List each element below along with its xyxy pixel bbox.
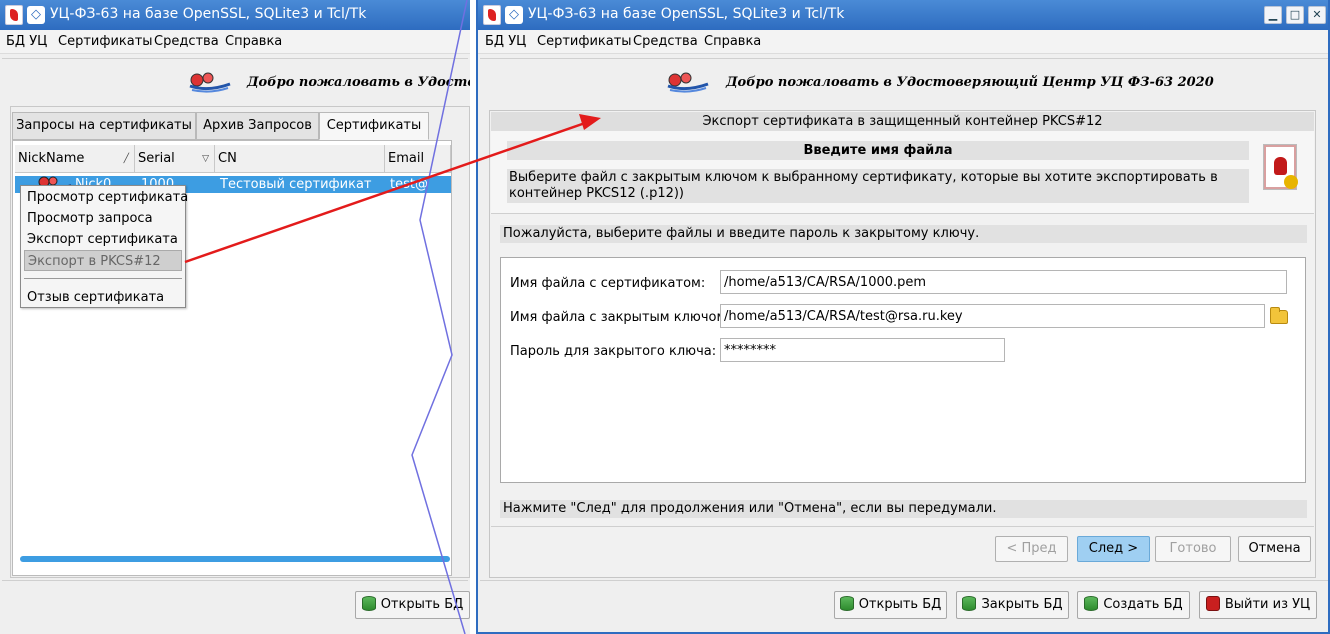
overlay-annotations — [184, 0, 601, 634]
window-divider-line — [411, 0, 468, 634]
arrow-head-icon — [579, 114, 601, 130]
annotation-arrow — [184, 120, 589, 264]
